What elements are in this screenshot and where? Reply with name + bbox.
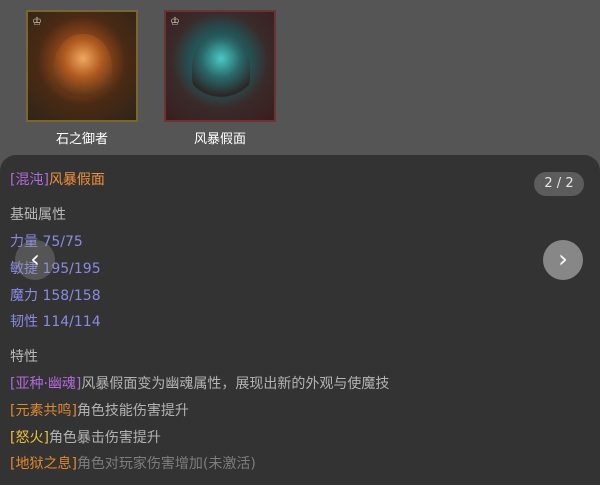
trait-tag: [地狱之息]	[10, 456, 77, 472]
stat-magic: 魔力 158/158	[10, 288, 101, 304]
trait-item: [怒火]角色暴击伤害提升	[10, 427, 161, 447]
storm-mask-image[interactable]: ♔	[164, 10, 276, 122]
chevron-left-icon: ‹	[30, 245, 40, 273]
trait-tag: [元素共鸣]	[10, 403, 77, 419]
crown-icon: ♔	[170, 15, 180, 28]
trait-item: [地狱之息]角色对玩家伤害增加(未激活)	[10, 453, 256, 473]
page-indicator: 2 / 2	[534, 172, 584, 196]
chevron-right-icon: ›	[558, 245, 568, 273]
thumbnail-stone-rider[interactable]: ♔ 石之御者	[26, 10, 142, 147]
crown-icon: ♔	[32, 15, 42, 28]
traits-heading: 特性	[10, 349, 38, 365]
trait-desc: 角色暴击伤害提升	[48, 430, 161, 446]
prev-button[interactable]: ‹	[15, 240, 55, 280]
pet-title: [混沌]风暴假面	[10, 169, 105, 189]
stone-rider-portrait	[54, 34, 112, 104]
title-tag: [混沌]	[10, 172, 49, 188]
trait-tag: [亚种·幽魂]	[10, 376, 82, 392]
thumbnail-storm-mask[interactable]: ♔ 风暴假面	[164, 10, 280, 147]
storm-mask-portrait	[192, 34, 250, 104]
detail-panel: [混沌]风暴假面 2 / 2 基础属性 力量 75/75 敏捷 195/195 …	[0, 155, 600, 485]
thumbnail-label: 风暴假面	[193, 132, 246, 147]
stone-rider-image[interactable]: ♔	[26, 10, 138, 122]
next-button[interactable]: ›	[543, 240, 583, 280]
trait-tag: [怒火]	[10, 430, 49, 446]
trait-item: [元素共鸣]角色技能伤害提升	[10, 400, 189, 420]
trait-item: [亚种·幽魂]风暴假面变为幽魂属性，展现出新的外观与使魔技	[10, 373, 389, 393]
trait-desc: 风暴假面变为幽魂属性，展现出新的外观与使魔技	[81, 376, 390, 392]
base-attributes-heading: 基础属性	[10, 207, 66, 223]
title-name: 风暴假面	[48, 172, 105, 188]
stat-toughness: 韧性 114/114	[10, 314, 101, 330]
thumbnail-label: 石之御者	[55, 132, 108, 147]
trait-desc: 角色技能伤害提升	[76, 403, 189, 419]
trait-desc: 角色对玩家伤害增加(未激活)	[76, 456, 256, 472]
